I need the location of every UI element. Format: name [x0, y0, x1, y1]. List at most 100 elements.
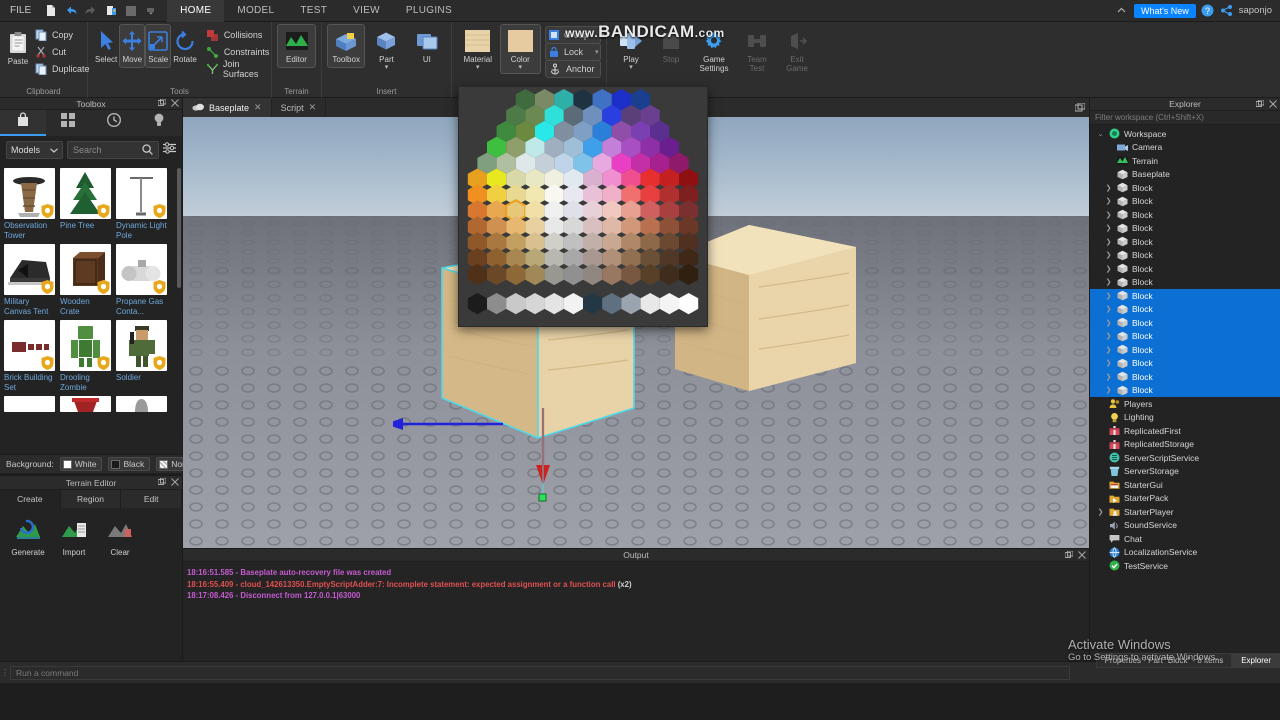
chevron-right-icon[interactable]: ❯: [1104, 386, 1113, 394]
chevron-right-icon[interactable]: ❯: [1104, 265, 1113, 273]
chevron-right-icon[interactable]: ❯: [1104, 373, 1113, 381]
explorer-item-startergui[interactable]: StarterGui: [1090, 478, 1280, 492]
share-icon[interactable]: [1220, 4, 1234, 18]
stop-square-icon[interactable]: [121, 1, 141, 21]
color-swatch-grayscale[interactable]: [525, 293, 545, 315]
color-swatch[interactable]: [487, 263, 507, 286]
explorer-item-block[interactable]: ❯ Block: [1090, 289, 1280, 303]
chevron-up-icon[interactable]: [1115, 4, 1129, 18]
ui-button[interactable]: UI: [409, 25, 445, 67]
background-black-option[interactable]: Black: [108, 457, 151, 471]
explorer-item-block[interactable]: ❯ Block: [1090, 302, 1280, 316]
close-icon[interactable]: ✕: [309, 102, 317, 113]
play-caret-icon[interactable]: ▾: [629, 64, 633, 71]
material-caret-icon[interactable]: ▾: [476, 64, 480, 71]
part-button[interactable]: Part ▾: [368, 25, 404, 73]
explorer-item-block[interactable]: ❯ Block: [1090, 370, 1280, 384]
color-swatch[interactable]: [544, 263, 564, 286]
whats-new-button[interactable]: What's New: [1133, 3, 1196, 18]
anchor-button[interactable]: Anchor: [545, 60, 601, 78]
explorer-tab[interactable]: Explorer: [1232, 653, 1280, 668]
toolbox-scrollbar[interactable]: [177, 168, 181, 288]
rotate-tool-button[interactable]: Rotate: [172, 25, 198, 67]
explorer-item-block[interactable]: ❯ Block: [1090, 262, 1280, 276]
list-item[interactable]: [60, 396, 111, 412]
close-icon[interactable]: [1269, 99, 1277, 110]
list-item[interactable]: Soldier: [116, 320, 167, 392]
properties-tab[interactable]: Properties - Part "Block" - 8 items: [1095, 653, 1233, 668]
ribbon-tab-plugins[interactable]: PLUGINS: [393, 0, 465, 22]
color-swatch-grayscale[interactable]: [563, 293, 583, 315]
color-swatch[interactable]: [621, 263, 641, 286]
group-button[interactable]: Group ▾: [545, 26, 605, 44]
color-swatch[interactable]: [563, 263, 583, 286]
terrain-tab-region[interactable]: Region: [61, 490, 122, 508]
terrain-generate-button[interactable]: Generate: [8, 518, 48, 557]
undock-icon[interactable]: [157, 477, 167, 488]
ribbon-tab-model[interactable]: MODEL: [224, 0, 287, 22]
list-item[interactable]: Wooden Crate: [60, 244, 111, 316]
list-item[interactable]: Dynamic Light Pole: [116, 168, 167, 240]
explorer-item-block[interactable]: ❯ Block: [1090, 249, 1280, 263]
explorer-item-baseplate[interactable]: Baseplate: [1090, 168, 1280, 182]
viewport-dock-icon[interactable]: [1074, 100, 1086, 118]
list-item[interactable]: Military Canvas Tent: [4, 244, 55, 316]
collisions-button[interactable]: Collisions: [204, 27, 274, 43]
cut-button[interactable]: Cut: [32, 44, 94, 60]
explorer-item-block[interactable]: ❯ Block: [1090, 316, 1280, 330]
color-swatch-grayscale[interactable]: [506, 293, 526, 315]
chevron-right-icon[interactable]: ❯: [1104, 305, 1113, 313]
chevron-right-icon[interactable]: ❯: [1104, 359, 1113, 367]
viewport-tab-baseplate[interactable]: Baseplate ✕: [183, 98, 272, 117]
background-white-option[interactable]: White: [59, 457, 103, 471]
explorer-item-block[interactable]: ❯ Block: [1090, 343, 1280, 357]
explorer-item-block[interactable]: ❯ Block: [1090, 181, 1280, 195]
color-swatch[interactable]: [506, 263, 526, 286]
color-button[interactable]: Color ▾: [499, 24, 541, 74]
explorer-item-block[interactable]: ❯ Block: [1090, 235, 1280, 249]
explorer-item-block[interactable]: ❯ Block: [1090, 356, 1280, 370]
color-swatch[interactable]: [583, 263, 603, 286]
lock-caret-icon[interactable]: ▾: [587, 48, 599, 56]
color-swatch[interactable]: [679, 263, 699, 286]
chevron-right-icon[interactable]: ❯: [1104, 251, 1113, 259]
material-button[interactable]: Material ▾: [458, 25, 498, 73]
chevron-right-icon[interactable]: ❯: [1104, 211, 1113, 219]
undock-icon[interactable]: [1255, 99, 1265, 110]
explorer-item-block[interactable]: ❯ Block: [1090, 195, 1280, 209]
explorer-item-serverstorage[interactable]: ServerStorage: [1090, 465, 1280, 479]
move-gizmo[interactable]: [393, 313, 573, 528]
chevron-right-icon[interactable]: ❯: [1096, 508, 1105, 516]
game-settings-button[interactable]: Game Settings: [693, 25, 735, 76]
color-swatch-grayscale[interactable]: [544, 293, 564, 315]
brickcolor-picker-popup[interactable]: [458, 86, 708, 327]
explorer-item-block[interactable]: ❯ Block: [1090, 329, 1280, 343]
explorer-item-block[interactable]: ❯ Block: [1090, 276, 1280, 290]
explorer-item-replicatedfirst[interactable]: ReplicatedFirst: [1090, 424, 1280, 438]
customize-caret-icon[interactable]: [141, 1, 161, 21]
account-name[interactable]: saponjo: [1239, 5, 1272, 16]
close-icon[interactable]: [171, 478, 179, 488]
lock-button[interactable]: Lock ▾: [545, 43, 601, 61]
terrain-tab-edit[interactable]: Edit: [121, 490, 183, 508]
explorer-item-replicatedstorage[interactable]: ReplicatedStorage: [1090, 438, 1280, 452]
close-icon[interactable]: [1078, 550, 1086, 561]
move-tool-button[interactable]: Move: [119, 24, 146, 68]
explorer-item-soundservice[interactable]: SoundService: [1090, 519, 1280, 533]
explorer-item-chat[interactable]: Chat: [1090, 532, 1280, 546]
chevron-right-icon[interactable]: ❯: [1104, 332, 1113, 340]
list-item[interactable]: [4, 396, 55, 412]
ribbon-tab-home[interactable]: HOME: [167, 0, 225, 22]
explorer-item-block[interactable]: ❯ Block: [1090, 383, 1280, 397]
explorer-tree[interactable]: ⌄ Workspace Camera Terrain Baseplate ❯ Block ❯ B…: [1090, 125, 1280, 661]
explorer-item-lighting[interactable]: Lighting: [1090, 411, 1280, 425]
group-caret-icon[interactable]: ▾: [593, 31, 605, 39]
toolbox-tab-creations[interactable]: [137, 110, 183, 136]
terrain-clear-button[interactable]: Clear: [100, 518, 140, 557]
terrain-import-button[interactable]: Import: [54, 518, 94, 557]
color-swatch-grayscale[interactable]: [640, 293, 660, 315]
list-item[interactable]: Drooling Zombie: [60, 320, 111, 392]
undo-icon[interactable]: [61, 1, 81, 21]
color-swatch-grayscale[interactable]: [467, 293, 487, 315]
explorer-item-terrain[interactable]: Terrain: [1090, 154, 1280, 168]
